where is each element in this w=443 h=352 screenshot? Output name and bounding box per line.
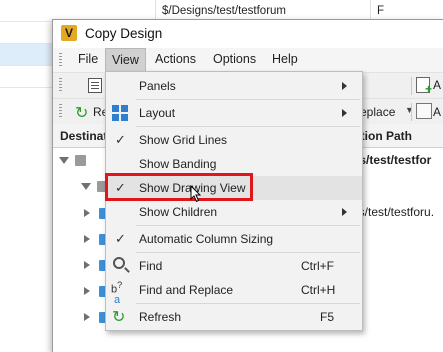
menu-separator (136, 303, 360, 304)
expand-arrow-icon[interactable] (59, 157, 69, 164)
toolbar-label-partial[interactable]: A (433, 105, 441, 119)
collapse-arrow-icon[interactable] (84, 287, 90, 295)
menu-item-refresh[interactable]: ↻ Refresh F5 (106, 305, 362, 329)
menu-options[interactable]: Options (211, 52, 258, 66)
shortcut-label: Ctrl+F (301, 259, 334, 273)
menubar-grip-icon[interactable] (59, 53, 62, 67)
checkmark-icon: ✓ (115, 231, 126, 246)
menu-item-layout[interactable]: Layout (106, 101, 362, 125)
toolbar-separator (411, 103, 412, 121)
collapse-arrow-icon[interactable] (84, 261, 90, 269)
layout-icon (112, 105, 128, 121)
menu-item-panels[interactable]: Panels (106, 74, 362, 98)
toolbar-label-partial[interactable]: A (433, 78, 441, 92)
app-logo-icon: V (61, 25, 77, 41)
path-cell: ns/test/testforu. (352, 205, 435, 219)
title-bar[interactable]: V Copy Design (53, 20, 443, 48)
chevron-down-icon[interactable]: ▼ (405, 105, 414, 115)
menu-item-label: Show Grid Lines (139, 133, 228, 147)
menu-item-label: Show Children (139, 205, 218, 219)
menu-separator (136, 99, 360, 100)
menu-item-find[interactable]: Find Ctrl+F (106, 254, 362, 278)
menu-file[interactable]: File (76, 52, 100, 66)
toolbar-grip-icon[interactable] (59, 78, 62, 92)
menu-item-automatic-column-sizing[interactable]: ✓ Automatic Column Sizing (106, 227, 362, 251)
submenu-arrow-icon (342, 82, 347, 90)
node-icon (75, 155, 86, 166)
submenu-arrow-icon (342, 109, 347, 117)
menu-item-label: Show Banding (139, 157, 217, 171)
background-path-cell: $/Designs/test/testforum (162, 5, 286, 17)
menu-separator (136, 126, 360, 127)
menu-item-show-drawing-view[interactable]: ✓ Show Drawing View (106, 176, 362, 200)
menu-separator (136, 252, 360, 253)
menu-item-find-and-replace[interactable]: b? a Find and Replace Ctrl+H (106, 278, 362, 306)
mouse-cursor-icon (190, 185, 202, 203)
menu-item-label: Automatic Column Sizing (139, 232, 274, 246)
list-view-icon[interactable] (88, 78, 102, 93)
replace-button-label[interactable]: eplace (360, 105, 395, 119)
toolbar-separator (411, 77, 412, 95)
add-file-icon[interactable] (416, 77, 432, 96)
refresh-icon[interactable]: ↻ (75, 103, 88, 123)
menu-item-show-children[interactable]: Show Children (106, 200, 362, 224)
window-title: Copy Design (85, 26, 163, 41)
menu-view[interactable]: View (105, 48, 146, 72)
expand-arrow-icon[interactable] (81, 183, 91, 190)
find-replace-icon: b? a (111, 280, 123, 306)
collapse-arrow-icon[interactable] (84, 313, 90, 321)
menu-separator (136, 225, 360, 226)
menu-item-label: Find (139, 259, 163, 273)
menu-item-label: Panels (139, 79, 176, 93)
menu-item-label: Layout (139, 106, 176, 120)
menu-item-label: Refresh (139, 310, 182, 324)
menu-help[interactable]: Help (270, 52, 300, 66)
shortcut-label: Ctrl+H (301, 283, 336, 297)
path-cell: ns/test/testfor (352, 153, 432, 167)
checkmark-icon: ✓ (115, 132, 126, 147)
view-menu-dropdown: Panels Layout ✓ Show Grid Lines Show Ban… (105, 71, 363, 331)
menu-actions[interactable]: Actions (153, 52, 198, 66)
collapse-arrow-icon[interactable] (84, 209, 90, 217)
menu-item-label: Find and Replace (139, 283, 234, 297)
background-f-cell: F (377, 5, 385, 17)
collapse-arrow-icon[interactable] (84, 235, 90, 243)
refresh-icon: ↻ (112, 309, 126, 326)
replace-icon[interactable] (416, 103, 432, 119)
magnifier-icon (113, 257, 125, 269)
toolbar-grip-icon[interactable] (59, 104, 62, 118)
shortcut-label: F5 (320, 310, 335, 324)
menu-bar: File View Actions Options Help (53, 48, 443, 72)
checkmark-icon: ✓ (115, 180, 126, 195)
column-header-destination[interactable]: Destinat (60, 129, 107, 143)
submenu-arrow-icon (342, 208, 347, 216)
menu-item-show-grid-lines[interactable]: ✓ Show Grid Lines (106, 128, 362, 152)
menu-item-show-banding[interactable]: Show Banding (106, 152, 362, 176)
